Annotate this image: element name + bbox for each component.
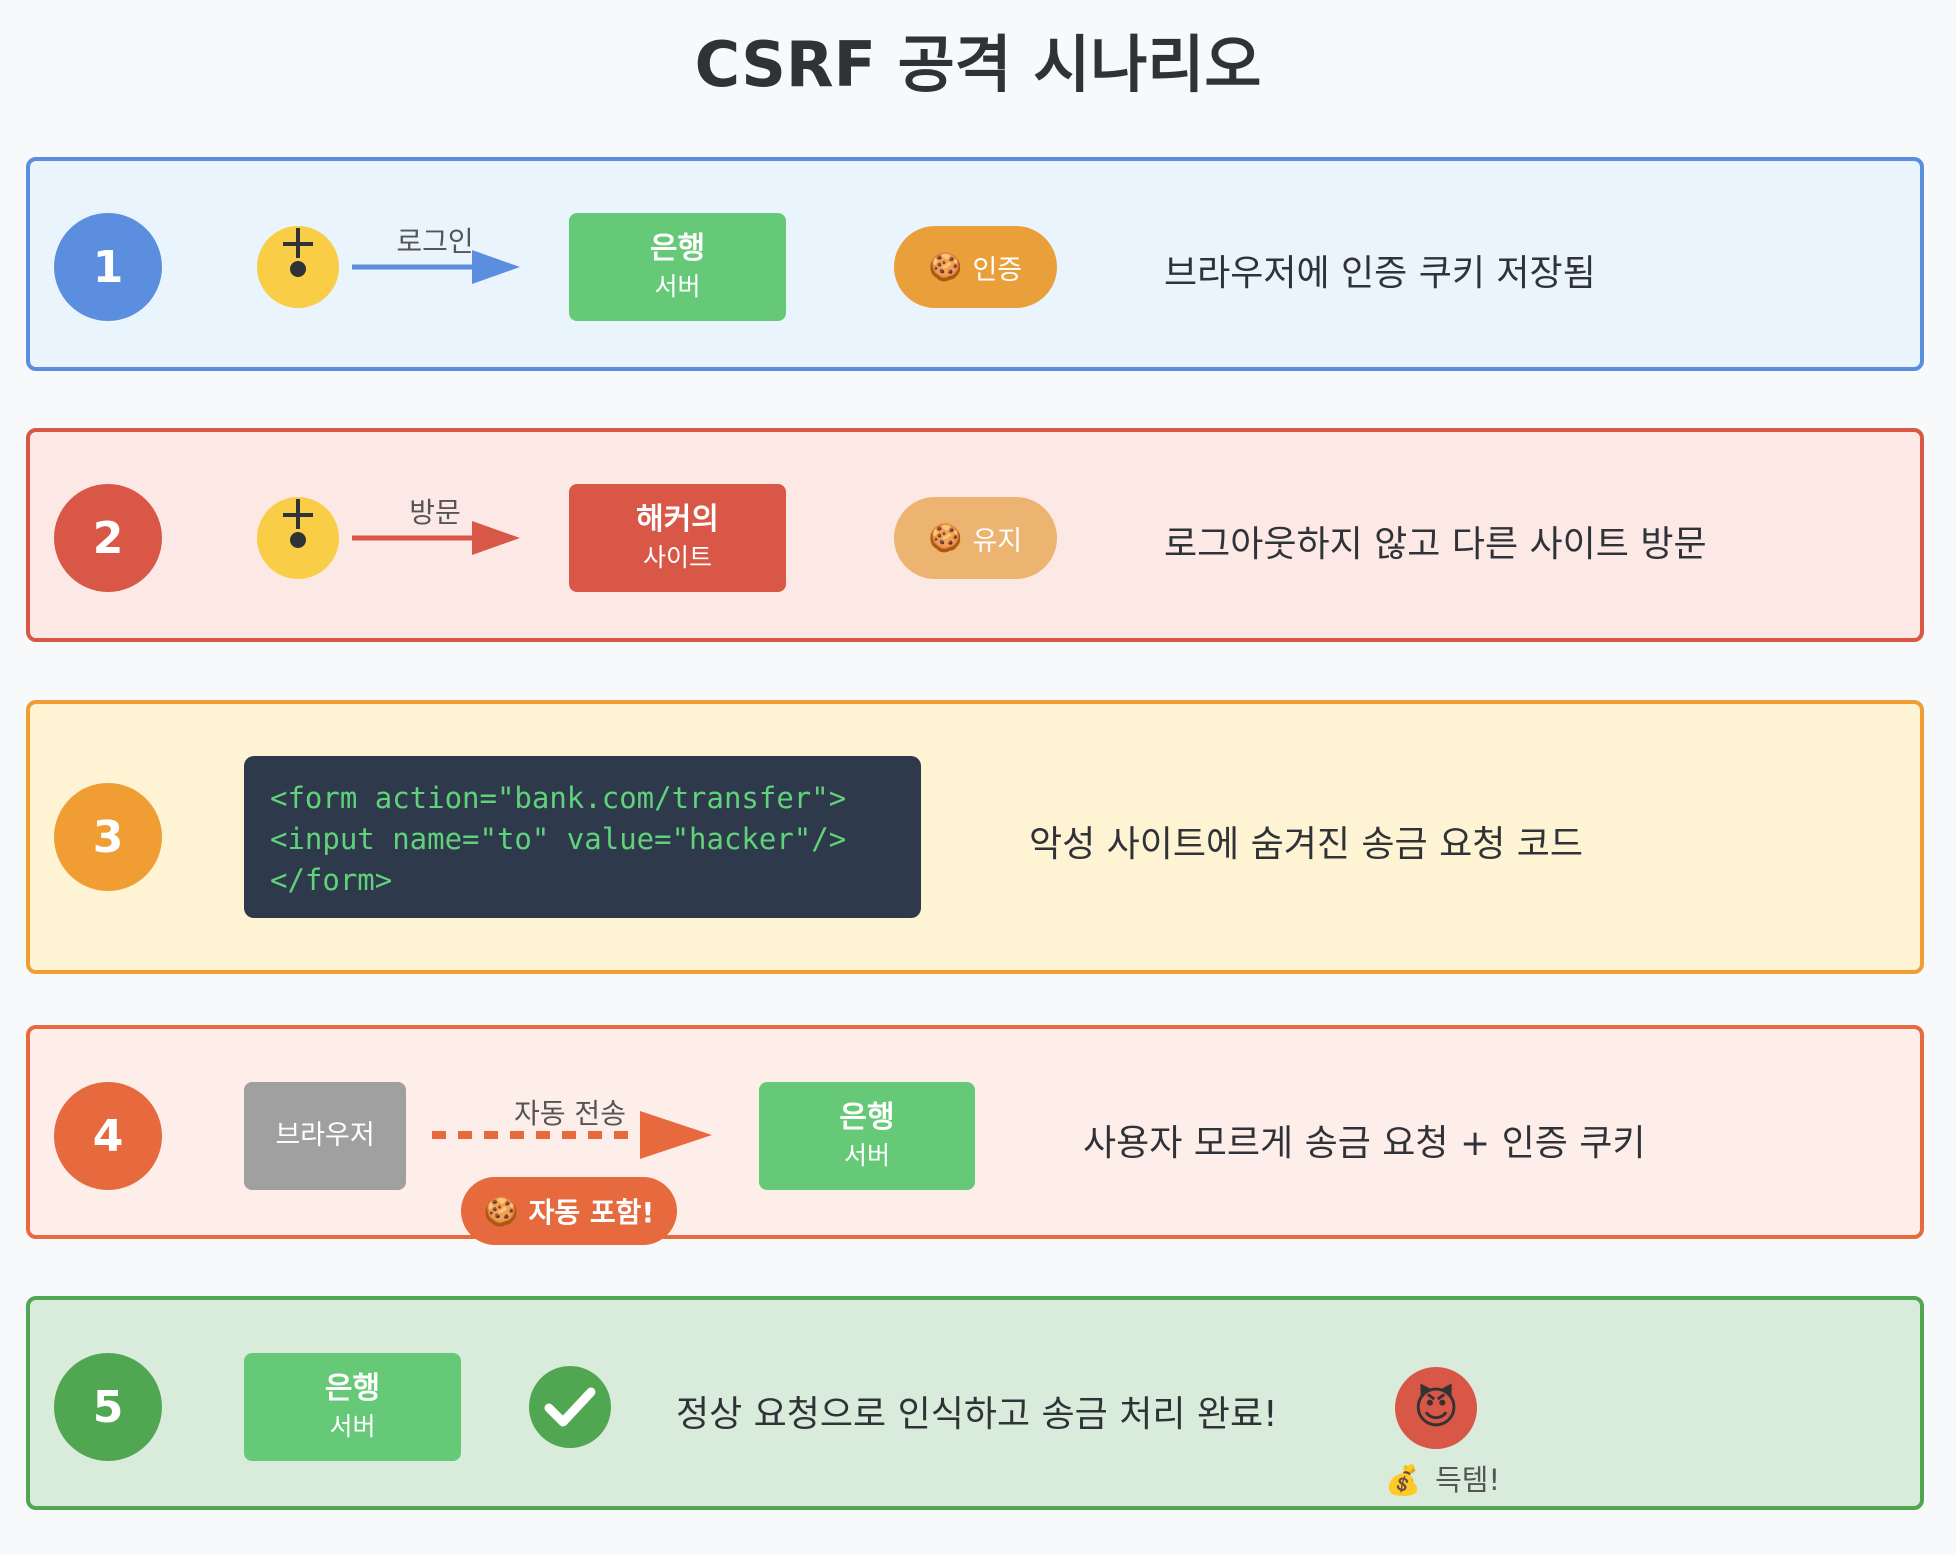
visit-arrow bbox=[352, 521, 520, 555]
arrows-overlay bbox=[352, 250, 712, 1159]
login-arrow bbox=[352, 250, 520, 284]
auto-send-arrow bbox=[432, 1111, 712, 1159]
